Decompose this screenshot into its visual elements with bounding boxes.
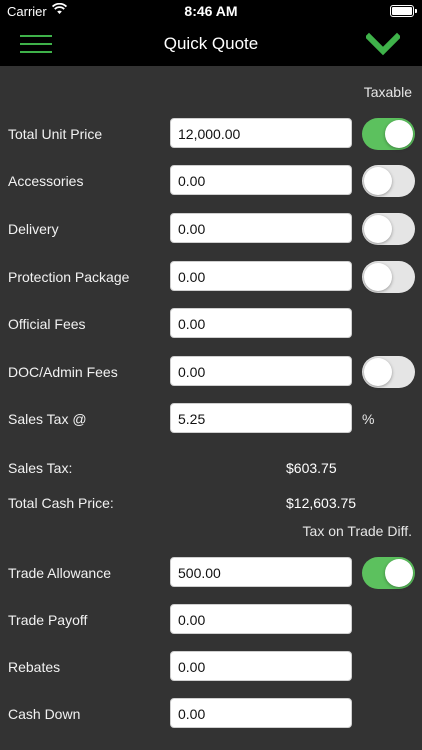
protection-package-taxable-toggle[interactable] — [362, 261, 415, 293]
trade-allowance-input[interactable]: 500.00 — [170, 557, 352, 587]
total-cash-price-value: $12,603.75 — [286, 495, 357, 511]
trade-payoff-input[interactable]: 0.00 — [170, 604, 352, 634]
delivery-taxable-toggle[interactable] — [362, 213, 415, 245]
quote-form: Taxable Total Unit Price 12,000.00 Accesso… — [0, 66, 422, 750]
doc-admin-fees-row: DOC/Admin Fees 0.00 — [0, 356, 422, 390]
accessories-label: Accessories — [8, 173, 84, 189]
toggle-knob — [364, 215, 392, 243]
protection-package-row: Protection Package 0.00 — [0, 261, 422, 295]
protection-package-input[interactable]: 0.00 — [170, 261, 352, 291]
sales-tax-label: Sales Tax @ — [8, 411, 87, 427]
rebates-input[interactable]: 0.00 — [170, 651, 352, 681]
sales-tax-row: Sales Tax: $603.75 — [0, 452, 422, 486]
sales-tax-row: Sales Tax @ 5.25% — [0, 403, 422, 437]
tax-on-trade-header: Tax on Trade Diff. — [302, 523, 412, 539]
total-unit-price-taxable-toggle[interactable] — [362, 118, 415, 150]
nav-bar: Quick Quote — [0, 22, 422, 66]
doc-admin-fees-input[interactable]: 0.00 — [170, 356, 352, 386]
total-cash-price-label: Total Cash Price: — [8, 495, 114, 511]
trade-allowance-taxable-toggle[interactable] — [362, 557, 415, 589]
doc-admin-fees-taxable-toggle[interactable] — [362, 356, 415, 388]
cash-down-input[interactable]: 0.00 — [170, 698, 352, 728]
toggle-knob — [364, 167, 392, 195]
sales-tax-value: $603.75 — [286, 460, 337, 476]
trade-allowance-row: Trade Allowance 500.00 — [0, 557, 422, 591]
status-time: 8:46 AM — [184, 3, 238, 19]
accessories-taxable-toggle[interactable] — [362, 165, 415, 197]
delivery-input[interactable]: 0.00 — [170, 213, 352, 243]
accessories-input[interactable]: 0.00 — [170, 165, 352, 195]
checkmark-icon[interactable] — [366, 32, 400, 56]
page-title: Quick Quote — [163, 34, 259, 53]
total-cash-price-row: Total Cash Price: $12,603.75 — [0, 487, 422, 521]
cash-down-row: Cash Down 0.00 — [0, 698, 422, 732]
delivery-row: Delivery 0.00 — [0, 213, 422, 247]
sales-tax-label: Sales Tax: — [8, 460, 73, 476]
total-unit-price-row: Total Unit Price 12,000.00 — [0, 118, 422, 152]
sales-tax-unit: % — [362, 411, 375, 427]
toggle-knob — [385, 559, 413, 587]
trade-payoff-label: Trade Payoff — [8, 612, 88, 628]
protection-package-label: Protection Package — [8, 269, 130, 285]
cash-down-label: Cash Down — [8, 706, 81, 722]
toggle-knob — [364, 358, 392, 386]
sales-tax-input[interactable]: 5.25 — [170, 403, 352, 433]
official-fees-input[interactable]: 0.00 — [170, 308, 352, 338]
toggle-knob — [364, 263, 392, 291]
battery-icon — [390, 5, 417, 17]
taxable-header: Taxable — [363, 84, 412, 100]
delivery-label: Delivery — [8, 221, 59, 237]
official-fees-label: Official Fees — [8, 316, 86, 332]
rebates-row: Rebates 0.00 — [0, 651, 422, 685]
total-unit-price-input[interactable]: 12,000.00 — [170, 118, 352, 148]
toggle-knob — [385, 120, 413, 148]
official-fees-row: Official Fees 0.00 — [0, 308, 422, 342]
total-unit-price-label: Total Unit Price — [8, 126, 103, 142]
doc-admin-fees-label: DOC/Admin Fees — [8, 364, 118, 380]
accessories-row: Accessories 0.00 — [0, 165, 422, 199]
trade-payoff-row: Trade Payoff 0.00 — [0, 604, 422, 638]
rebates-label: Rebates — [8, 659, 61, 675]
status-bar: Carrier 8:46 AM — [0, 0, 422, 22]
trade-allowance-label: Trade Allowance — [8, 565, 111, 581]
